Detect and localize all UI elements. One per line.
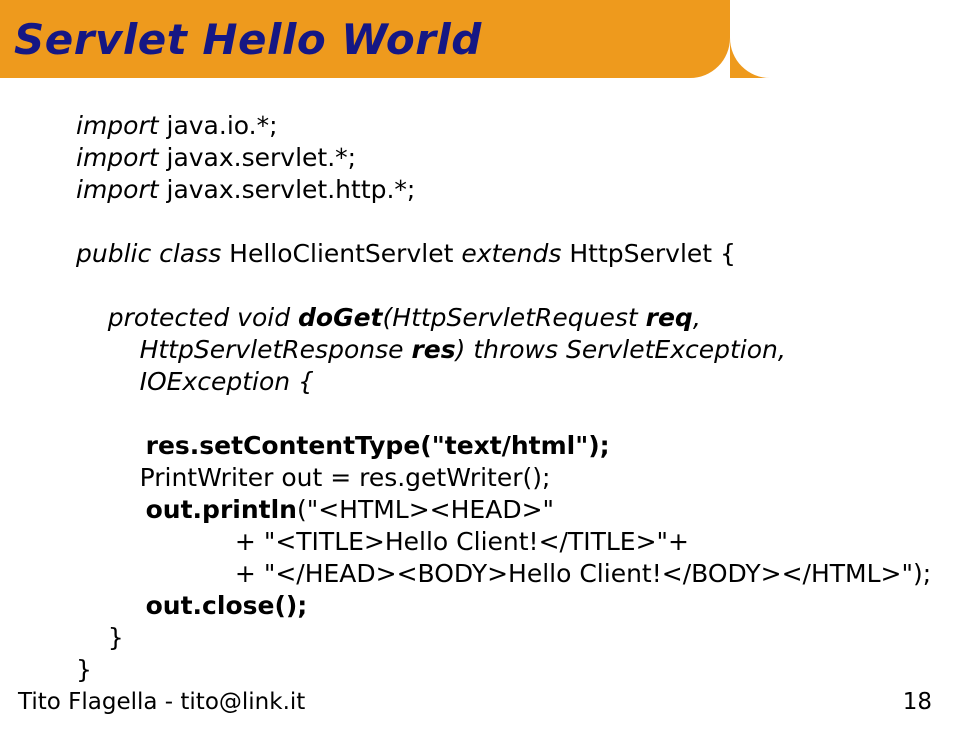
param-req: req [646, 303, 693, 332]
kw-import-3: import [76, 175, 159, 204]
footer-page-number: 18 [903, 689, 932, 715]
txt-l2b: javax.servlet.*; [159, 143, 357, 172]
txt-l15: } [76, 655, 92, 684]
kw-protected-void: protected void [76, 303, 298, 332]
kw-public-class: public class [76, 239, 221, 268]
txt-l4d: HttpServlet { [561, 239, 736, 268]
txt-l6c: ) [456, 335, 474, 364]
txt-l10b: ("<HTML><HEAD>" [297, 495, 554, 524]
txt-l6e: ServletException, [558, 335, 786, 364]
code-block: import java.io.*; import javax.servlet.*… [76, 110, 900, 686]
txt-l4b: HelloClientServlet [221, 239, 461, 268]
kw-import-1: import [76, 111, 159, 140]
txt-l14: } [76, 623, 124, 652]
txt-l10: out.println [76, 495, 297, 524]
txt-l5e: , [693, 303, 701, 332]
txt-l13: out.close(); [76, 591, 307, 620]
txt-l3b: javax.servlet.http.*; [159, 175, 416, 204]
txt-l9b: PrintWriter out = res.getWriter(); [140, 463, 551, 492]
method-doget: doGet [298, 303, 383, 332]
txt-l7: IOException { [76, 367, 314, 396]
footer-author: Tito Flagella - tito@link.it [18, 689, 305, 715]
kw-import-2: import [76, 143, 159, 172]
kw-throws: throws [473, 335, 558, 364]
txt-l8: res.setContentType("text/html"); [76, 431, 610, 460]
txt-l1b: java.io.*; [159, 111, 278, 140]
title-banner: Servlet Hello World [0, 0, 730, 78]
slide-title: Servlet Hello World [14, 15, 482, 64]
txt-l6a: HttpServletResponse [76, 335, 411, 364]
slide-footer: Tito Flagella - tito@link.it 18 [18, 689, 932, 715]
param-res: res [411, 335, 455, 364]
txt-l5c: (HttpServletRequest [383, 303, 646, 332]
txt-l11: + "<TITLE>Hello Client!</TITLE>"+ [76, 527, 689, 556]
kw-extends: extends [461, 239, 561, 268]
indent-l9 [76, 463, 140, 492]
txt-l12: + "</HEAD><BODY>Hello Client!</BODY></HT… [76, 559, 931, 588]
